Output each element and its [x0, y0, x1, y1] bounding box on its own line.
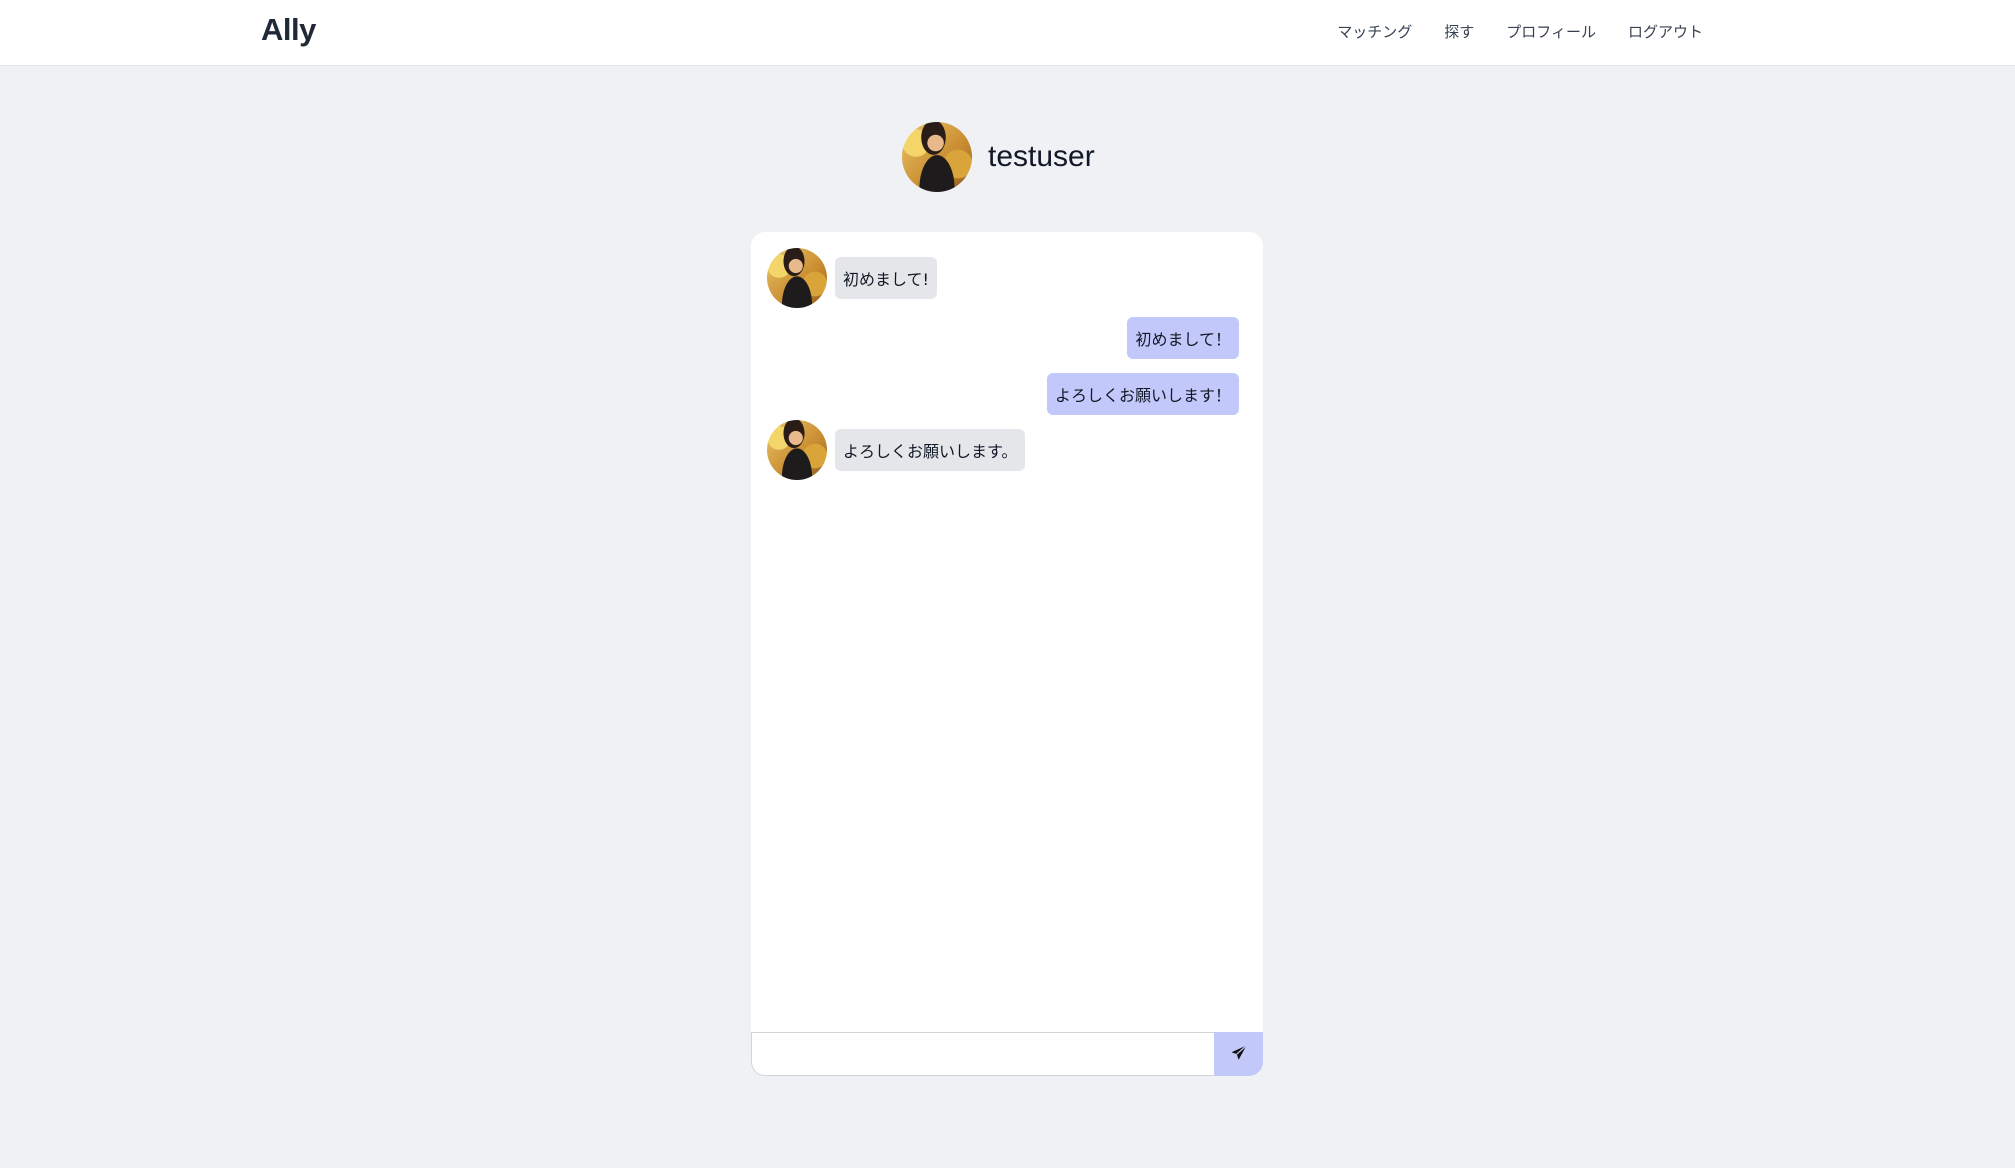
nav-link-search[interactable]: 探す: [1444, 21, 1474, 42]
nav-link-matching[interactable]: マッチング: [1337, 21, 1412, 42]
send-button[interactable]: [1214, 1032, 1263, 1076]
chat-panel: 初めまして! 初めまして！ よろしくお願いします！ よろしくお願いします。: [751, 232, 1263, 1076]
nav-menu: マッチング 探す プロフィール ログアウト: [1337, 21, 1703, 42]
message-row-outgoing: 初めまして！: [1127, 317, 1239, 359]
message-input[interactable]: [751, 1032, 1214, 1076]
message-row-outgoing: よろしくお願いします！: [1046, 373, 1239, 415]
partner-avatar[interactable]: [902, 122, 972, 192]
paper-plane-icon: [1230, 1044, 1248, 1065]
message-bubble: よろしくお願いします！: [1046, 373, 1239, 415]
brand-logo[interactable]: Ally: [261, 12, 316, 48]
top-navbar: Ally マッチング 探す プロフィール ログアウト: [0, 0, 2015, 66]
sender-avatar: [767, 420, 827, 480]
message-bubble: 初めまして！: [1127, 317, 1239, 359]
message-list[interactable]: 初めまして! 初めまして！ よろしくお願いします！ よろしくお願いします。: [751, 232, 1263, 1032]
sender-avatar: [767, 248, 827, 308]
message-row-incoming: 初めまして!: [767, 248, 937, 308]
message-bubble: よろしくお願いします。: [835, 429, 1026, 471]
chat-partner-header: testuser: [902, 122, 1095, 192]
message-row-incoming: よろしくお願いします。: [767, 420, 1026, 480]
nav-link-profile[interactable]: プロフィール: [1506, 21, 1596, 42]
partner-username: testuser: [988, 140, 1095, 173]
message-composer: [751, 1032, 1263, 1076]
message-bubble: 初めまして!: [835, 257, 937, 299]
nav-link-logout[interactable]: ログアウト: [1628, 21, 1703, 42]
